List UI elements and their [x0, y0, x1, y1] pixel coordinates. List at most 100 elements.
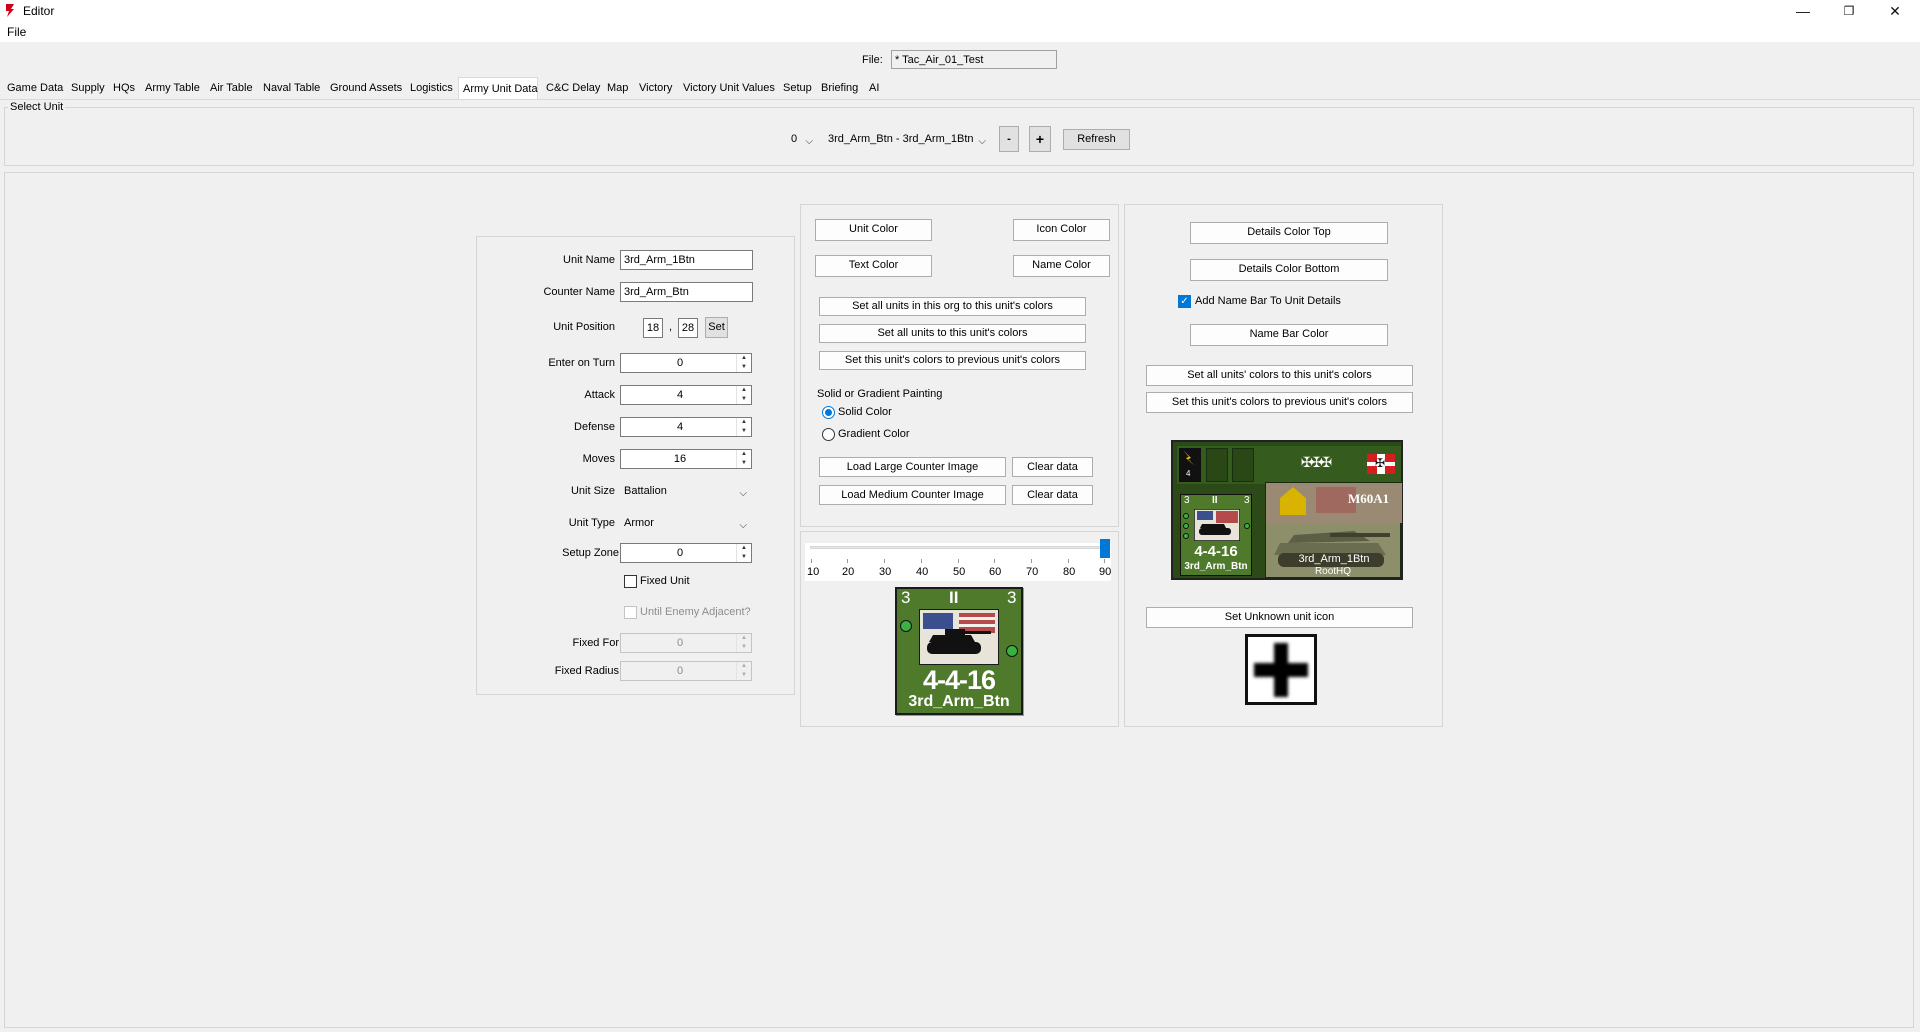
- spin-arrows-icon[interactable]: ▲ ▼: [736, 386, 751, 404]
- tab-logistics[interactable]: Logistics: [410, 79, 453, 99]
- set-position-button[interactable]: Set: [705, 317, 728, 338]
- tab-victory-unit-values[interactable]: Victory Unit Values: [683, 79, 775, 99]
- mini-status-dot: [1244, 523, 1250, 529]
- mini-corner-left: 3: [1184, 495, 1190, 506]
- clear-large-button[interactable]: Clear data: [1012, 457, 1093, 477]
- lightning-icon: 4: [1179, 448, 1201, 482]
- title-bar: Editor — ❐ ✕: [0, 0, 1920, 22]
- next-unit-button[interactable]: +: [1029, 126, 1051, 152]
- setup-zone-input[interactable]: 0 ▲ ▼: [620, 543, 752, 563]
- solid-color-radio[interactable]: [822, 406, 835, 419]
- attack-value: 4: [676, 389, 684, 401]
- unit-type-select[interactable]: Armor ⌵: [620, 513, 752, 533]
- mini-status-dot: [1183, 513, 1189, 519]
- tab-naval-table[interactable]: Naval Table: [263, 79, 320, 99]
- spin-arrows-icon[interactable]: ▲ ▼: [736, 418, 751, 436]
- clear-medium-button[interactable]: Clear data: [1012, 485, 1093, 505]
- gradient-color-radio[interactable]: [822, 428, 835, 441]
- tab-setup[interactable]: Setup: [783, 79, 812, 99]
- set-all-units-colors-button[interactable]: Set all units' colors to this unit's col…: [1146, 365, 1413, 386]
- enter-on-turn-input[interactable]: 0 ▲ ▼: [620, 353, 752, 373]
- tab-ai[interactable]: AI: [869, 79, 879, 99]
- tab-air-table[interactable]: Air Table: [210, 79, 253, 99]
- tab-supply[interactable]: Supply: [71, 79, 105, 99]
- unit-index-select[interactable]: 0 ⌵: [787, 129, 818, 149]
- spin-arrows-icon[interactable]: ▲ ▼: [736, 634, 751, 652]
- load-large-counter-button[interactable]: Load Large Counter Image: [819, 457, 1006, 477]
- tab-ground-assets[interactable]: Ground Assets: [330, 79, 402, 99]
- spin-arrows-icon[interactable]: ▲ ▼: [736, 354, 751, 372]
- slider-thumb[interactable]: [1100, 539, 1110, 558]
- details-level: 4: [1186, 469, 1191, 478]
- fixed-unit-checkbox[interactable]: [624, 575, 637, 588]
- tab-hqs[interactable]: HQs: [113, 79, 135, 99]
- until-enemy-adjacent-checkbox[interactable]: [624, 606, 637, 619]
- unit-select[interactable]: 3rd_Arm_Btn - 3rd_Arm_1Btn ⌵: [824, 129, 991, 149]
- previous-unit-button[interactable]: -: [999, 126, 1019, 152]
- position-x-input[interactable]: 18: [643, 318, 663, 338]
- load-medium-counter-button[interactable]: Load Medium Counter Image: [819, 485, 1006, 505]
- details-color-top-button[interactable]: Details Color Top: [1190, 222, 1388, 244]
- text-color-button[interactable]: Text Color: [815, 255, 932, 277]
- tab-briefing[interactable]: Briefing: [821, 79, 858, 99]
- set-org-colors-button[interactable]: Set all units in this org to this unit's…: [819, 297, 1086, 316]
- mini-size-mark: II: [1212, 495, 1218, 506]
- icon-color-button[interactable]: Icon Color: [1013, 219, 1110, 241]
- tab-cc-delay[interactable]: C&C Delay: [546, 79, 600, 99]
- mini-counter: 3 II 3 4-4-16 3rd_Arm_Btn: [1180, 494, 1252, 576]
- position-y-input[interactable]: 28: [678, 318, 698, 338]
- maximize-button[interactable]: ❐: [1826, 0, 1872, 22]
- mini-corner-right: 3: [1244, 495, 1250, 506]
- close-button[interactable]: ✕: [1872, 0, 1918, 22]
- minimize-button[interactable]: —: [1780, 0, 1826, 22]
- slider-tick-label: 20: [842, 566, 855, 578]
- fixed-radius-input[interactable]: 0 ▲ ▼: [620, 661, 752, 681]
- window-title: Editor: [23, 4, 55, 18]
- unit-select-value: 3rd_Arm_Btn - 3rd_Arm_1Btn: [828, 133, 974, 145]
- chevron-down-icon: ⌵: [739, 520, 747, 531]
- set-unknown-icon-button[interactable]: Set Unknown unit icon: [1146, 607, 1413, 628]
- setup-zone-value: 0: [676, 547, 684, 559]
- spin-arrows-icon[interactable]: ▲ ▼: [736, 450, 751, 468]
- add-name-bar-checkbox[interactable]: ✓: [1178, 295, 1191, 308]
- details-top-bar: 4 ✠✠✠ ✠: [1177, 446, 1401, 484]
- chevron-down-icon: ⌵: [805, 136, 813, 147]
- unit-size-select[interactable]: Battalion ⌵: [620, 481, 752, 501]
- tab-army-unit-data[interactable]: Army Unit Data: [458, 77, 538, 99]
- attack-input[interactable]: 4 ▲ ▼: [620, 385, 752, 405]
- name-color-button[interactable]: Name Color: [1013, 255, 1110, 277]
- spin-arrows-icon[interactable]: ▲ ▼: [736, 544, 751, 562]
- moves-input[interactable]: 16 ▲ ▼: [620, 449, 752, 469]
- defense-input[interactable]: 4 ▲ ▼: [620, 417, 752, 437]
- unit-name-label: Unit Name: [563, 254, 615, 266]
- tab-army-table[interactable]: Army Table: [145, 79, 200, 99]
- counter-name: 3rd_Arm_Btn: [908, 693, 1010, 710]
- gradient-color-label: Gradient Color: [838, 428, 910, 440]
- fixed-for-input[interactable]: 0 ▲ ▼: [620, 633, 752, 653]
- slider-tick-label: 40: [916, 566, 929, 578]
- set-all-colors-button[interactable]: Set all units to this unit's colors: [819, 324, 1086, 343]
- unit-name-input[interactable]: 3rd_Arm_1Btn: [620, 250, 753, 270]
- model-label: M60A1: [1348, 491, 1390, 506]
- tab-game-data[interactable]: Game Data: [7, 79, 63, 99]
- spin-arrows-icon[interactable]: ▲ ▼: [736, 662, 751, 680]
- size-slider[interactable]: 10 20 30 40 50 60 70 80 90: [805, 539, 1111, 581]
- set-previous-colors-button[interactable]: Set this unit's colors to previous unit'…: [819, 351, 1086, 370]
- moves-value: 16: [673, 453, 687, 465]
- set-previous-unit-colors-button[interactable]: Set this unit's colors to previous unit'…: [1146, 392, 1413, 413]
- unit-counter: 3 II 3 4-4-16 3rd_Arm_Btn: [895, 587, 1023, 715]
- refresh-button[interactable]: Refresh: [1063, 129, 1130, 150]
- details-color-bottom-button[interactable]: Details Color Bottom: [1190, 259, 1388, 281]
- flag-icon: ✠: [1367, 454, 1395, 474]
- unit-type-value: Armor: [624, 517, 654, 529]
- tab-divider: [0, 99, 1920, 100]
- unknown-unit-icon: [1245, 634, 1317, 705]
- tab-victory[interactable]: Victory: [639, 79, 672, 99]
- menu-file[interactable]: File: [7, 25, 26, 39]
- mini-name: 3rd_Arm_Btn: [1184, 561, 1248, 572]
- unit-color-button[interactable]: Unit Color: [815, 219, 932, 241]
- tab-map[interactable]: Map: [607, 79, 628, 99]
- name-bar-color-button[interactable]: Name Bar Color: [1190, 324, 1388, 346]
- counter-name-input[interactable]: 3rd_Arm_Btn: [620, 282, 753, 302]
- unit-size-label: Unit Size: [570, 485, 615, 497]
